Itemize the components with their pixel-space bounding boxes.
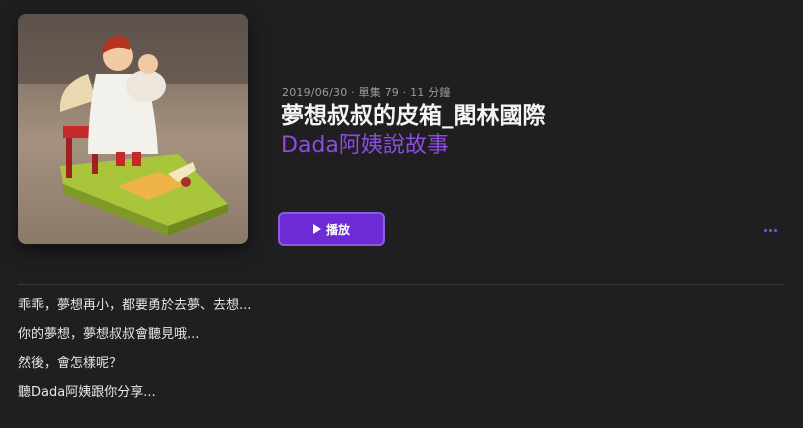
description-line: 然後，會怎樣呢？ [18,356,123,371]
divider [18,284,784,285]
more-options-button[interactable] [760,220,780,240]
description-line: 聽Dada阿姨跟你分享... [18,385,156,400]
episode-title: 夢想叔叔的皮箱_閣林國際 [281,103,546,129]
episode-artwork [18,14,248,244]
episode-meta: 2019/06/30 · 單集 79 · 11 分鐘 [282,86,451,99]
play-button[interactable]: 播放 [278,212,385,246]
ellipsis-icon [763,228,767,232]
play-button-label: 播放 [325,222,350,237]
description-line: 你的夢想，夢想叔叔會聽見哦... [18,327,200,342]
description-line: 乖乖，夢想再小，都要勇於去夢、去想... [18,298,252,313]
ellipsis-icon [773,228,777,232]
episode-description: 乖乖，夢想再小，都要勇於去夢、去想... 你的夢想，夢想叔叔會聽見哦... 然後… [18,296,251,412]
play-icon [312,224,321,234]
show-name-link[interactable]: Dada阿姨說故事 [281,131,449,161]
ellipsis-icon [768,228,772,232]
